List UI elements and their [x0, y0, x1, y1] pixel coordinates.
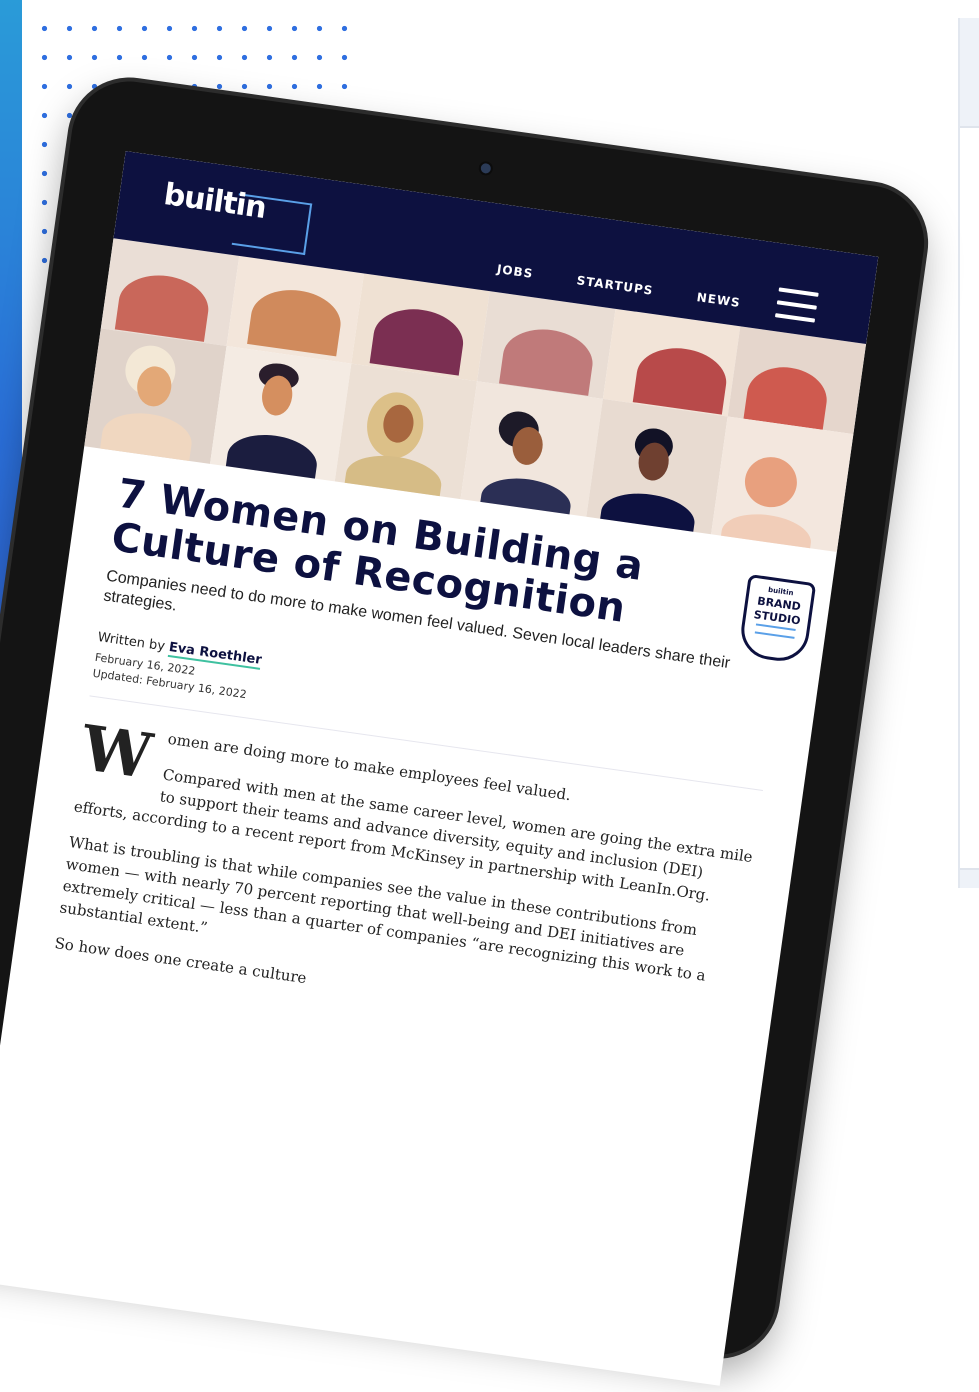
tablet-device: builtin JOBS STARTUPS NEWS builtin BRAND…: [0, 74, 932, 1386]
camera-icon: [480, 162, 492, 175]
article: 7 Women on Building a Culture of Recogni…: [51, 471, 794, 1063]
drop-cap: W: [77, 711, 157, 794]
nav-link-jobs[interactable]: JOBS: [496, 262, 534, 281]
tablet-screen: builtin JOBS STARTUPS NEWS builtin BRAND…: [0, 151, 879, 1386]
brand-studio-badge: builtin BRAND STUDIO: [737, 573, 817, 665]
hamburger-menu-icon[interactable]: [774, 287, 819, 323]
nav-link-news[interactable]: NEWS: [696, 290, 742, 310]
article-body: W omen are doing more to make employees …: [53, 711, 760, 1048]
builtin-logo[interactable]: builtin: [160, 177, 313, 256]
background-panel: [958, 18, 979, 888]
nav-link-startups[interactable]: STARTUPS: [576, 273, 654, 298]
